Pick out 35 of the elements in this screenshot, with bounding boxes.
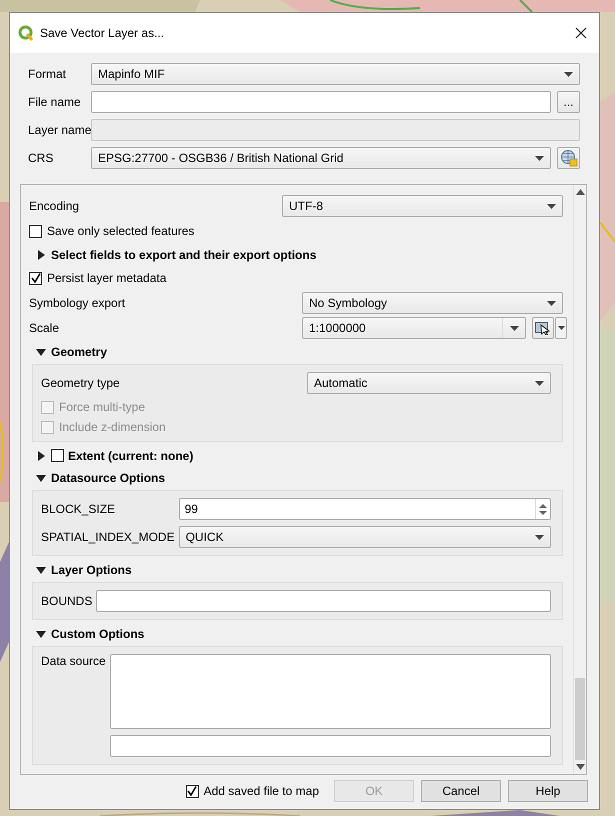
field-label: SPATIAL_INDEX_MODE	[41, 530, 175, 544]
field-label: Symbology export	[29, 296, 126, 310]
field-label: Geometry type	[41, 376, 121, 390]
checkbox-label: Save only selected features	[47, 224, 194, 238]
section-header[interactable]: Custom Options	[51, 626, 144, 640]
field-label: BLOCK_SIZE	[41, 502, 116, 516]
dialog-button[interactable]: Cancel	[421, 780, 501, 802]
scale-dropdown[interactable]: 1:1000000	[302, 317, 526, 339]
field-label: CRS	[28, 151, 54, 165]
dropdown[interactable]: UTF-8	[282, 195, 563, 217]
browse-button[interactable]: ...	[557, 91, 580, 113]
window-title: Save Vector Layer as...	[40, 26, 166, 40]
field-label: Encoding	[29, 199, 80, 213]
field-label: Data source	[41, 654, 106, 668]
section-header[interactable]: Extent (current: none)	[68, 448, 194, 462]
dropdown[interactable]: QUICK	[178, 526, 551, 548]
section-header[interactable]: Layer Options	[51, 562, 132, 576]
checkbox-label: Persist layer metadata	[47, 271, 166, 285]
dropdown[interactable]: No Symbology	[302, 292, 563, 314]
section-header[interactable]: Select fields to export and their export options	[51, 248, 316, 262]
dropdown[interactable]: Mapinfo MIF	[91, 63, 580, 85]
section-header[interactable]: Datasource Options	[51, 470, 166, 484]
checkbox-label: Include z-dimension	[59, 420, 166, 434]
dropdown[interactable]: EPSG:27700 - OSGB36 / British National Grid	[91, 147, 551, 169]
field-label: Scale	[29, 321, 60, 335]
dropdown[interactable]: Automatic	[307, 372, 551, 394]
field-label: Format	[28, 67, 68, 81]
field-label: File name	[28, 95, 82, 109]
checkbox-label: Add saved file to map	[204, 784, 319, 798]
field-label: BOUNDS	[41, 594, 92, 608]
dialog-button[interactable]: Help	[508, 780, 588, 802]
checkbox-label: Force multi-type	[59, 400, 146, 414]
field-label: Layer name	[28, 123, 91, 137]
section-header[interactable]: Geometry	[51, 344, 108, 358]
number-field[interactable]: 99	[178, 498, 551, 520]
